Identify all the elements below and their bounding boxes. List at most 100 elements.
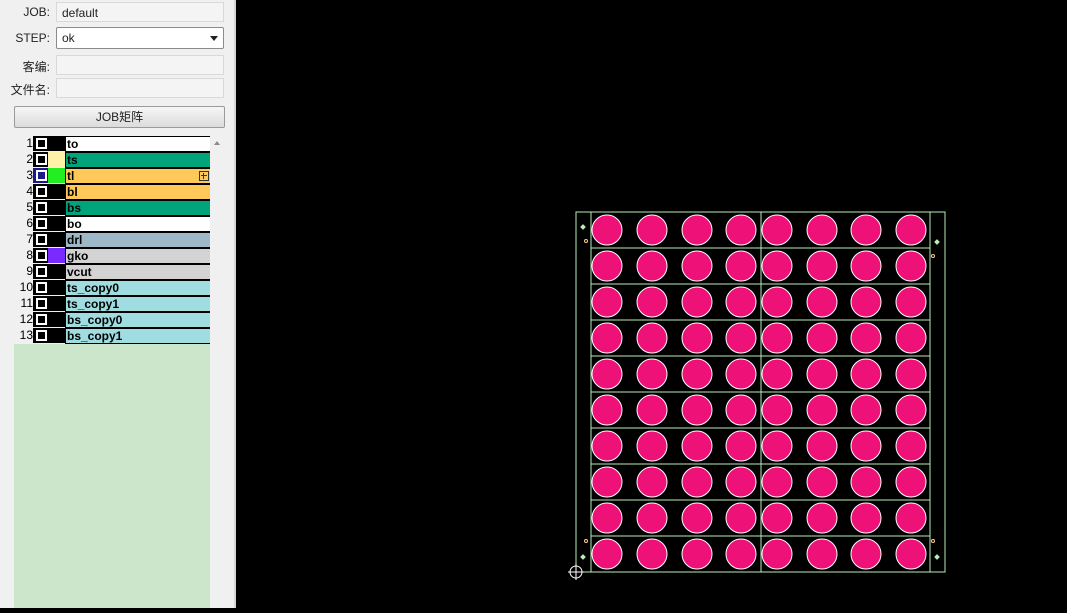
pad bbox=[850, 430, 882, 462]
pad bbox=[850, 250, 882, 282]
layer-row-bs_copy0[interactable]: 12 bs_copy0 bbox=[14, 312, 212, 328]
pad bbox=[850, 538, 882, 570]
layer-checkbox[interactable] bbox=[33, 152, 48, 167]
pad bbox=[761, 358, 793, 390]
step-row: STEP: ok bbox=[0, 27, 234, 49]
layer-checkbox[interactable] bbox=[33, 184, 48, 199]
layer-row-ts_copy1[interactable]: 11 ts_copy1 bbox=[14, 296, 212, 312]
layer-checkbox[interactable] bbox=[33, 248, 48, 263]
scroll-up-icon[interactable] bbox=[214, 141, 220, 145]
layer-color-swatch[interactable] bbox=[48, 184, 65, 199]
layer-row-tl[interactable]: 3 tl bbox=[14, 168, 212, 184]
layer-name[interactable]: bs_copy0 bbox=[65, 312, 212, 328]
layer-name[interactable]: drl bbox=[65, 232, 212, 248]
pad bbox=[806, 538, 838, 570]
pad bbox=[806, 322, 838, 354]
layer-color-swatch[interactable] bbox=[48, 200, 65, 215]
layer-name[interactable]: ts_copy1 bbox=[65, 296, 212, 312]
pad bbox=[681, 286, 713, 318]
layer-checkbox[interactable] bbox=[33, 312, 48, 327]
layer-checkbox[interactable] bbox=[33, 328, 48, 343]
layer-row-to[interactable]: 1 to bbox=[14, 136, 212, 152]
layer-name[interactable]: to bbox=[65, 136, 212, 152]
pad bbox=[806, 502, 838, 534]
board-view bbox=[568, 211, 946, 580]
layer-number: 1 bbox=[26, 136, 33, 150]
layer-name[interactable]: bs bbox=[65, 200, 212, 216]
job-matrix-button[interactable]: JOB矩阵 bbox=[14, 106, 225, 128]
layer-row-bl[interactable]: 4 bl bbox=[14, 184, 212, 200]
step-select[interactable]: ok bbox=[56, 27, 224, 49]
expand-icon[interactable] bbox=[199, 171, 209, 181]
pad bbox=[591, 466, 623, 498]
layer-row-gko[interactable]: 8 gko bbox=[14, 248, 212, 264]
customer-field[interactable] bbox=[56, 55, 224, 75]
layer-color-swatch[interactable] bbox=[48, 168, 65, 183]
pad bbox=[591, 322, 623, 354]
layer-name[interactable]: bl bbox=[65, 184, 212, 200]
pad bbox=[725, 286, 757, 318]
pad bbox=[681, 358, 713, 390]
layer-color-swatch[interactable] bbox=[48, 280, 65, 295]
job-label: JOB: bbox=[23, 5, 50, 19]
layer-checkbox[interactable] bbox=[33, 216, 48, 231]
graphics-canvas[interactable] bbox=[236, 0, 1067, 608]
layer-color-swatch[interactable] bbox=[48, 152, 65, 167]
layer-name[interactable]: ts bbox=[65, 152, 212, 168]
filename-field[interactable] bbox=[56, 78, 224, 98]
pad bbox=[806, 466, 838, 498]
pad bbox=[681, 466, 713, 498]
pad bbox=[681, 538, 713, 570]
pad bbox=[636, 214, 668, 246]
layer-checkbox[interactable] bbox=[33, 136, 48, 151]
pad bbox=[636, 394, 668, 426]
layer-color-swatch[interactable] bbox=[48, 328, 65, 343]
pad bbox=[636, 322, 668, 354]
checkbox-icon bbox=[36, 314, 47, 325]
layer-color-swatch[interactable] bbox=[48, 216, 65, 231]
pad bbox=[681, 394, 713, 426]
layer-row-bo[interactable]: 6 bo bbox=[14, 216, 212, 232]
layer-row-bs[interactable]: 5 bs bbox=[14, 200, 212, 216]
layer-row-drl[interactable]: 7 drl bbox=[14, 232, 212, 248]
layer-color-swatch[interactable] bbox=[48, 232, 65, 247]
layer-name[interactable]: vcut bbox=[65, 264, 212, 280]
layer-name[interactable]: bo bbox=[65, 216, 212, 232]
layer-checkbox[interactable] bbox=[33, 232, 48, 247]
layer-color-swatch[interactable] bbox=[48, 312, 65, 327]
layer-checkbox[interactable] bbox=[33, 296, 48, 311]
layer-name[interactable]: bs_copy1 bbox=[65, 328, 212, 344]
pad bbox=[591, 250, 623, 282]
pad bbox=[761, 322, 793, 354]
pad bbox=[761, 466, 793, 498]
layer-row-bs_copy1[interactable]: 13 bs_copy1 bbox=[14, 328, 212, 344]
layer-checkbox[interactable] bbox=[33, 200, 48, 215]
checkbox-icon bbox=[36, 202, 47, 213]
layer-number: 13 bbox=[19, 328, 33, 342]
pad bbox=[806, 358, 838, 390]
layer-checkbox[interactable] bbox=[33, 168, 48, 183]
layer-color-swatch[interactable] bbox=[48, 248, 65, 263]
pad bbox=[725, 430, 757, 462]
layer-color-swatch[interactable] bbox=[48, 296, 65, 311]
pad bbox=[850, 358, 882, 390]
pad bbox=[761, 214, 793, 246]
layer-scrollbar[interactable] bbox=[210, 136, 226, 608]
pad bbox=[591, 502, 623, 534]
pad bbox=[725, 466, 757, 498]
layer-name[interactable]: gko bbox=[65, 248, 212, 264]
layer-number: 2 bbox=[26, 152, 33, 166]
layer-row-ts[interactable]: 2 ts bbox=[14, 152, 212, 168]
layer-checkbox[interactable] bbox=[33, 280, 48, 295]
layer-checkbox[interactable] bbox=[33, 264, 48, 279]
layer-name[interactable]: ts_copy0 bbox=[65, 280, 212, 296]
step-select-value: ok bbox=[62, 31, 75, 45]
step-label: STEP: bbox=[15, 31, 50, 45]
layer-name[interactable]: tl bbox=[65, 168, 212, 184]
layer-color-swatch[interactable] bbox=[48, 136, 65, 151]
layer-number: 3 bbox=[26, 168, 33, 182]
layer-row-ts_copy0[interactable]: 10 ts_copy0 bbox=[14, 280, 212, 296]
layer-color-swatch[interactable] bbox=[48, 264, 65, 279]
pad bbox=[591, 394, 623, 426]
layer-row-vcut[interactable]: 9 vcut bbox=[14, 264, 212, 280]
